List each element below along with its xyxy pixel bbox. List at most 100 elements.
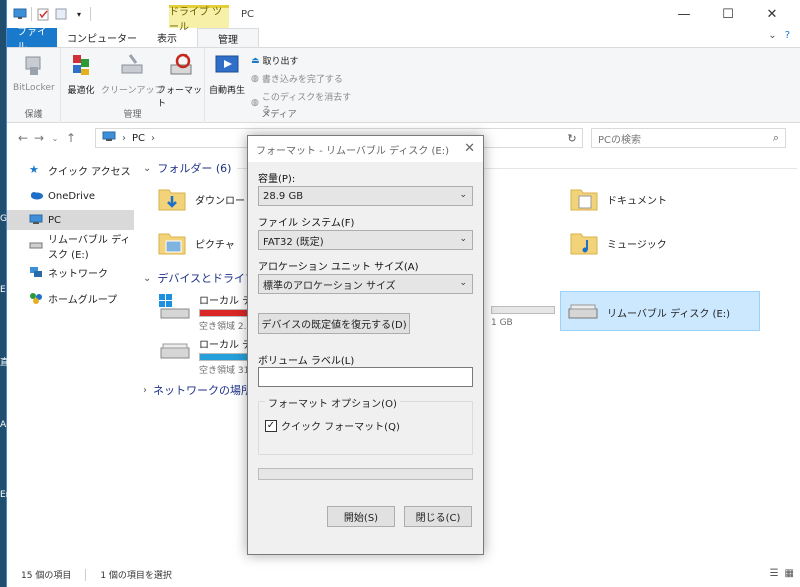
finish-burn-button[interactable]: ◍ 書き込みを完了する [251, 72, 343, 86]
pictures-folder-icon [158, 233, 186, 255]
up-arrow-icon[interactable]: ↑ [63, 131, 79, 145]
pc-icon [29, 214, 43, 226]
allocation-select[interactable]: 標準のアロケーション サイズ ⌄ [258, 274, 473, 294]
new-folder-icon[interactable] [54, 7, 68, 21]
minimize-button[interactable]: — [662, 0, 706, 28]
restore-defaults-button[interactable]: デバイスの既定値を復元する(D) [258, 313, 410, 334]
nav-item-onedrive[interactable]: OneDrive [7, 186, 134, 206]
collapse-chevron-icon: ⌄ [143, 272, 152, 284]
tab-file[interactable]: ファイル [7, 27, 57, 53]
documents-folder-icon [570, 189, 598, 211]
homegroup-icon [29, 292, 42, 304]
drive-tools-context-tab: ドライブ ツール [169, 5, 229, 33]
optimize-icon [73, 55, 89, 75]
format-progress-bar [258, 468, 473, 480]
burn-icon: ◍ [251, 73, 259, 84]
drive-free-text: 1 GB [491, 318, 513, 328]
filesystem-select[interactable]: FAT32 (既定) ⌄ [258, 230, 473, 250]
ribbon-group-manage: 最適化 クリーンアップ フォーマット 管理 [61, 48, 205, 123]
chevron-down-icon: ⌄ [459, 190, 467, 200]
nav-item-pc[interactable]: PC [7, 210, 134, 230]
breadcrumb-pc[interactable]: PC [132, 133, 145, 144]
tab-computer[interactable]: コンピューター [57, 28, 147, 47]
back-arrow-icon[interactable]: ← [15, 131, 31, 145]
title-bar: ▾ ドライブ ツール PC — ☐ ✕ [7, 0, 800, 33]
star-icon: ★ [29, 163, 39, 176]
forward-arrow-icon[interactable]: → [31, 131, 47, 145]
autoplay-button[interactable]: 自動再生 [209, 53, 245, 96]
selected-count: 1 個の項目を選択 [100, 571, 172, 581]
search-input[interactable]: PCの検索 ⌕ [591, 128, 786, 148]
allocation-label: アロケーション ユニット サイズ(A) [258, 262, 419, 273]
window-title: PC [241, 9, 255, 20]
customize-qat-icon[interactable]: ▾ [72, 7, 86, 21]
format-icon [170, 53, 191, 75]
format-dialog: フォーマット - リムーバブル ディスク (E:) ✕ 容量(P): 28.9 … [247, 135, 484, 555]
folder-downloads[interactable]: ダウンロード [157, 184, 255, 214]
downloads-folder-icon [158, 189, 186, 211]
quick-access-toolbar: ▾ [7, 7, 91, 21]
volume-label-input[interactable] [258, 367, 473, 387]
quick-format-checkbox[interactable]: ✓ クイック フォーマット(Q) [265, 418, 400, 433]
details-view-icon[interactable]: ☰ [770, 568, 779, 579]
nav-item-network[interactable]: ネットワーク [7, 262, 134, 282]
ribbon-group-protect: BitLocker 保護 [7, 48, 61, 123]
desktop-fragment: 直 [0, 358, 10, 368]
group-label-protect: 保護 [24, 110, 43, 120]
filesystem-label: ファイル システム(F) [258, 218, 355, 229]
nav-item-quick-access[interactable]: ★ クイック アクセス [7, 160, 134, 180]
tab-manage[interactable]: 管理 [197, 28, 259, 47]
folders-section-header[interactable]: ⌄ フォルダー (6) [143, 160, 231, 176]
group-label-media: メディア [261, 110, 297, 120]
nav-item-removable-disk[interactable]: リムーバブル ディスク (E:) [7, 235, 134, 261]
start-button[interactable]: 開始(S) [327, 506, 395, 527]
folder-music[interactable]: ミュージック [569, 228, 667, 258]
recent-chevron-icon[interactable]: ⌄ [47, 134, 63, 143]
computer-icon[interactable] [13, 7, 27, 21]
autoplay-icon [215, 55, 239, 73]
close-dialog-button[interactable]: 閉じる(C) [404, 506, 472, 527]
capacity-select[interactable]: 28.9 GB ⌄ [258, 186, 473, 206]
checkbox-icon: ✓ [265, 419, 277, 432]
bitlocker-button[interactable]: BitLocker [13, 53, 55, 93]
status-bar: 15 個の項目 1 個の項目を選択 ☰ ▦ [7, 562, 800, 587]
collapse-chevron-icon: ⌄ [143, 162, 152, 174]
format-button[interactable]: フォーマット [157, 53, 204, 109]
desktop-fragment: E [0, 285, 6, 295]
close-window-button[interactable]: ✕ [750, 0, 794, 28]
dialog-close-icon[interactable]: ✕ [464, 141, 475, 156]
capacity-label: 容量(P): [258, 174, 296, 185]
ribbon-tabs: ファイル コンピューター 表示 管理 [7, 27, 800, 53]
desktop-fragment: Ai [0, 420, 9, 430]
pc-icon [102, 131, 116, 145]
capacity-bar [491, 306, 555, 314]
desktop-fragment: G [0, 214, 7, 224]
folder-pictures[interactable]: ピクチャ [157, 228, 235, 258]
refresh-icon[interactable]: ↻ [562, 129, 582, 147]
eject-icon: ⏏ [251, 55, 260, 66]
nav-item-homegroup[interactable]: ホームグループ [7, 288, 134, 308]
cloud-icon [29, 190, 43, 202]
windows-drive-icon [159, 294, 190, 319]
optimize-button[interactable]: 最適化 [67, 53, 95, 96]
dialog-title-bar: フォーマット - リムーバブル ディスク (E:) ✕ [248, 136, 483, 162]
chevron-down-icon: ⌄ [459, 234, 467, 244]
ribbon-group-media: 自動再生 ⏏ 取り出す ◍ 書き込みを完了する ◍ このディスクを消去する メデ… [205, 48, 353, 123]
navigation-pane: ★ クイック アクセス OneDrive PC リムーバブル ディスク (E:)… [7, 152, 134, 562]
desktop-fragment: Er [0, 490, 10, 500]
item-count: 15 個の項目 [21, 571, 72, 581]
format-options-group: フォーマット オプション(O) ✓ クイック フォーマット(Q) [258, 395, 473, 455]
maximize-button[interactable]: ☐ [706, 0, 750, 28]
ribbon-collapse-icon[interactable]: ⌄ [768, 30, 776, 41]
drive-removable-e[interactable]: リムーバブル ディスク (E:) [560, 291, 760, 331]
removable-drive-icon [568, 304, 598, 319]
folder-documents[interactable]: ドキュメント [569, 184, 667, 214]
properties-icon[interactable] [36, 7, 50, 21]
network-icon [29, 266, 42, 278]
large-icons-view-icon[interactable]: ▦ [785, 568, 794, 579]
help-icon[interactable]: ? [785, 30, 790, 41]
drive-icon [160, 343, 190, 359]
tab-view[interactable]: 表示 [147, 28, 187, 47]
cleanup-button[interactable]: クリーンアップ [101, 53, 164, 96]
eject-button[interactable]: ⏏ 取り出す [251, 54, 299, 68]
